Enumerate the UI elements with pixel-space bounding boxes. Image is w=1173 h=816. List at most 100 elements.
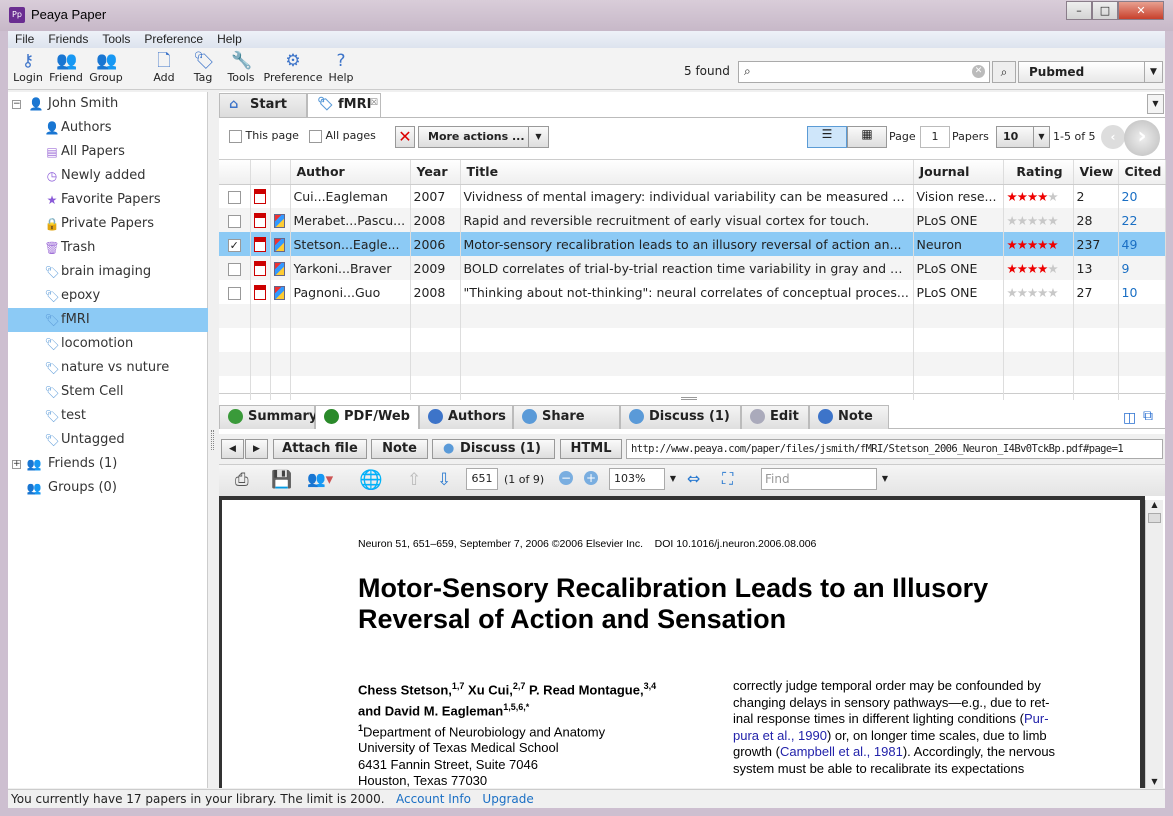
select-this-page[interactable]: This page bbox=[229, 129, 299, 143]
tab-start[interactable]: ⌂ Start bbox=[219, 93, 307, 117]
page-up-icon[interactable]: ⇧ bbox=[407, 470, 421, 490]
split-view-icon[interactable]: ◫ bbox=[1123, 410, 1136, 426]
pane-splitter[interactable] bbox=[681, 397, 697, 400]
sidebar-item-private-papers[interactable]: 🔒 Private Papers bbox=[8, 212, 208, 236]
help-button[interactable]: ? Help bbox=[326, 51, 356, 84]
tag-button[interactable]: 🏷 Tag bbox=[190, 51, 216, 84]
sidebar-item-trash[interactable]: 🗑 Trash bbox=[8, 236, 208, 260]
sidebar-item-newly-added[interactable]: ◷ Newly added bbox=[8, 164, 208, 188]
next-page-icon[interactable]: › bbox=[1124, 120, 1160, 156]
preference-button[interactable]: ⚙ Preference bbox=[262, 51, 324, 84]
sidebar-user[interactable]: − 👤 John Smith bbox=[8, 92, 208, 116]
cell-cited[interactable]: 9 bbox=[1118, 256, 1166, 280]
papers-per-page-select[interactable]: 10 ▼ bbox=[996, 126, 1050, 148]
clear-search-icon[interactable]: ✕ bbox=[972, 65, 985, 78]
search-button[interactable]: ⌕ bbox=[992, 61, 1016, 83]
add-button[interactable]: 🗋 Add bbox=[150, 51, 178, 84]
page-number-input[interactable]: 651 bbox=[466, 468, 498, 490]
sidebar-item-epoxy[interactable]: 🏷 epoxy bbox=[8, 284, 208, 308]
share-document-icon[interactable]: 👥▾ bbox=[307, 470, 333, 488]
sidebar-item-brain-imaging[interactable]: 🏷 brain imaging bbox=[8, 260, 208, 284]
back-icon[interactable]: ◀ bbox=[221, 439, 244, 459]
zoom-select[interactable]: 103% ▼ bbox=[609, 468, 676, 490]
menu-friends[interactable]: Friends bbox=[41, 31, 95, 48]
table-row[interactable]: Merabet...Pascu... 2008 Rapid and revers… bbox=[219, 208, 1166, 232]
fit-width-icon[interactable]: ⇔ bbox=[687, 469, 700, 488]
all-pages-checkbox[interactable] bbox=[309, 129, 322, 143]
cell-title[interactable]: "Thinking about not-thinking": neural co… bbox=[460, 280, 914, 304]
html-button[interactable]: HTML bbox=[560, 439, 622, 459]
rating-stars[interactable]: ★★★★★ bbox=[1003, 280, 1074, 304]
row-checkbox[interactable] bbox=[227, 190, 241, 204]
menu-preference[interactable]: Preference bbox=[137, 31, 210, 48]
attach-file-button[interactable]: Attach file bbox=[273, 439, 367, 459]
header-view[interactable]: View bbox=[1073, 160, 1119, 185]
cell-cited[interactable]: 20 bbox=[1118, 184, 1166, 208]
maximize-button[interactable]: □ bbox=[1092, 1, 1118, 20]
page-down-icon[interactable]: ⇩ bbox=[437, 470, 451, 490]
detail-tab-share[interactable]: Share bbox=[513, 405, 620, 429]
cell-title[interactable]: Vividness of mental imagery: individual … bbox=[460, 184, 914, 208]
url-field[interactable]: http://www.peaya.com/paper/files/jsmith/… bbox=[626, 439, 1163, 459]
pdf-scrollbar[interactable]: ▲ ▼ bbox=[1145, 500, 1163, 788]
tab-list-dropdown[interactable]: ▼ bbox=[1147, 94, 1164, 114]
sidebar-item-authors[interactable]: 👤 Authors bbox=[8, 116, 208, 140]
print-icon[interactable]: ⎙ bbox=[235, 470, 249, 490]
zoom-out-icon[interactable]: − bbox=[559, 471, 573, 485]
row-checkbox[interactable] bbox=[227, 262, 241, 276]
close-button[interactable]: ✕ bbox=[1118, 1, 1164, 20]
detail-tab-summary[interactable]: Summary bbox=[219, 405, 317, 429]
search-input[interactable]: ⌕ ✕ bbox=[738, 61, 990, 83]
header-title[interactable]: Title bbox=[460, 160, 914, 185]
document-icon[interactable] bbox=[273, 261, 285, 276]
header-journal[interactable]: Journal bbox=[913, 160, 1004, 185]
row-checkbox[interactable] bbox=[227, 286, 241, 300]
group-button[interactable]: 👥 Group bbox=[88, 51, 124, 84]
scroll-up-icon[interactable]: ▲ bbox=[1146, 500, 1163, 509]
minimize-button[interactable]: – bbox=[1066, 1, 1092, 20]
sidebar-item-locomotion[interactable]: 🏷 locomotion bbox=[8, 332, 208, 356]
scroll-down-icon[interactable]: ▼ bbox=[1146, 777, 1163, 786]
row-checkbox[interactable]: ✓ bbox=[227, 238, 241, 252]
table-row[interactable]: Cui...Eagleman 2007 Vividness of mental … bbox=[219, 184, 1166, 208]
list-view-button[interactable]: ☰ bbox=[807, 126, 847, 148]
web-settings-icon[interactable]: 🌐 bbox=[359, 468, 383, 491]
sidebar-item-stem-cell[interactable]: 🏷 Stem Cell bbox=[8, 380, 208, 404]
sidebar-item-fmri[interactable]: 🏷 fMRI bbox=[8, 308, 208, 332]
table-row[interactable]: ✓ Stetson...Eagle... 2006 Motor-sensory … bbox=[219, 232, 1166, 256]
detail-tab-discuss-1[interactable]: Discuss (1) bbox=[620, 405, 741, 429]
cell-cited[interactable]: 22 bbox=[1118, 208, 1166, 232]
close-tab-icon[interactable]: ☒ bbox=[370, 92, 378, 114]
sidebar-friends[interactable]: + 👥 Friends (1) bbox=[8, 452, 208, 476]
upgrade-link[interactable]: Upgrade bbox=[482, 792, 533, 806]
pdf-icon[interactable] bbox=[253, 261, 266, 276]
sidebar-item-all-papers[interactable]: ▤ All Papers bbox=[8, 140, 208, 164]
this-page-checkbox[interactable] bbox=[229, 129, 242, 143]
sidebar-item-favorite-papers[interactable]: ★ Favorite Papers bbox=[8, 188, 208, 212]
cell-title[interactable]: BOLD correlates of trial-by-trial reacti… bbox=[460, 256, 914, 280]
fit-page-icon[interactable]: ⛶ bbox=[722, 469, 733, 489]
page-input[interactable]: 1 bbox=[920, 126, 950, 148]
select-all-pages[interactable]: All pages bbox=[309, 129, 376, 143]
popout-icon[interactable]: ⧉ bbox=[1143, 408, 1153, 424]
cell-title[interactable]: Rapid and reversible recruitment of earl… bbox=[460, 208, 914, 232]
tools-button[interactable]: 🔧 Tools bbox=[224, 51, 258, 84]
find-input[interactable]: Find ▼ bbox=[761, 468, 888, 490]
sidebar-item-nature-vs-nuture[interactable]: 🏷 nature vs nuture bbox=[8, 356, 208, 380]
cell-title[interactable]: Motor-sensory recalibration leads to an … bbox=[460, 232, 914, 256]
note-button[interactable]: Note bbox=[371, 439, 428, 459]
sidebar-splitter[interactable] bbox=[211, 430, 214, 450]
cell-cited[interactable]: 10 bbox=[1118, 280, 1166, 304]
grid-view-button[interactable]: ▦ bbox=[847, 126, 887, 148]
account-info-link[interactable]: Account Info bbox=[396, 792, 471, 806]
detail-tab-note[interactable]: Note bbox=[809, 405, 889, 429]
rating-stars[interactable]: ★★★★★ bbox=[1003, 208, 1074, 232]
detail-tab-pdf-web[interactable]: PDF/Web bbox=[315, 405, 419, 429]
collapse-icon[interactable]: − bbox=[12, 100, 21, 109]
sidebar-item-test[interactable]: 🏷 test bbox=[8, 404, 208, 428]
friend-button[interactable]: 👥 Friend bbox=[48, 51, 84, 84]
detail-tab-authors[interactable]: Authors bbox=[419, 405, 513, 429]
table-row[interactable]: Yarkoni...Braver 2009 BOLD correlates of… bbox=[219, 256, 1166, 280]
zoom-in-icon[interactable]: + bbox=[584, 471, 598, 485]
document-icon[interactable] bbox=[273, 285, 285, 300]
